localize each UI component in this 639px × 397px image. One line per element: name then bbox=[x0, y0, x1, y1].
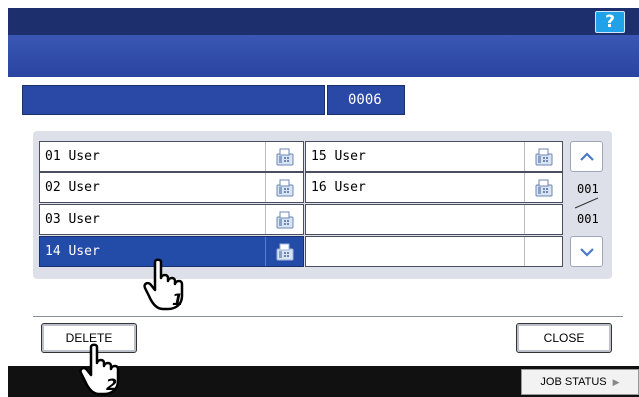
help-button[interactable]: ? bbox=[595, 11, 625, 33]
fax-slot bbox=[524, 205, 562, 234]
job-status-button[interactable]: JOB STATUS ▶ bbox=[521, 369, 639, 395]
chevron-down-icon bbox=[579, 247, 594, 257]
page-indicator: 001 001 bbox=[570, 178, 603, 234]
fax-slot bbox=[524, 237, 562, 266]
fax-icon bbox=[524, 173, 562, 202]
list-item-label: 01 User bbox=[45, 149, 100, 164]
list-item-label bbox=[306, 205, 524, 234]
step-number: 2 bbox=[106, 375, 117, 394]
list-item-label: 02 User bbox=[45, 180, 100, 195]
fax-icon bbox=[524, 142, 562, 171]
page-current: 001 bbox=[577, 182, 599, 196]
scroll-up-button[interactable] bbox=[570, 141, 603, 172]
step-number: 1 bbox=[172, 290, 183, 309]
pointing-hand-icon: 1 bbox=[143, 258, 184, 311]
list-item-label: 15 User bbox=[311, 149, 366, 164]
page-total: 001 bbox=[577, 212, 599, 226]
info-field bbox=[22, 85, 325, 115]
list-item-empty[interactable] bbox=[305, 236, 563, 267]
job-status-label: JOB STATUS bbox=[540, 376, 607, 388]
fax-icon bbox=[265, 205, 303, 234]
list-item-label: 03 User bbox=[45, 212, 100, 227]
count-display: 0006 bbox=[327, 85, 405, 115]
list-item-16-user[interactable]: 16 User bbox=[305, 172, 563, 203]
title-bar bbox=[8, 35, 639, 77]
list-item-label bbox=[306, 237, 524, 266]
arrow-right-icon: ▶ bbox=[612, 376, 620, 387]
scroll-down-button[interactable] bbox=[570, 236, 603, 267]
fax-icon bbox=[265, 237, 303, 266]
list-item-03-user[interactable]: 03 User bbox=[39, 204, 304, 235]
list-item-label: 16 User bbox=[311, 180, 366, 195]
pointing-hand-icon: 2 bbox=[79, 343, 120, 396]
close-button[interactable]: CLOSE bbox=[516, 323, 612, 353]
list-item-01-user[interactable]: 01 User bbox=[39, 141, 304, 172]
list-item-15-user[interactable]: 15 User bbox=[305, 141, 563, 172]
chevron-up-icon bbox=[579, 151, 594, 161]
page-divider bbox=[574, 197, 599, 209]
fax-icon bbox=[265, 142, 303, 171]
top-bar bbox=[8, 8, 639, 35]
list-item-empty[interactable] bbox=[305, 204, 563, 235]
list-item-02-user[interactable]: 02 User bbox=[39, 172, 304, 203]
divider bbox=[33, 316, 623, 317]
fax-icon bbox=[265, 173, 303, 202]
